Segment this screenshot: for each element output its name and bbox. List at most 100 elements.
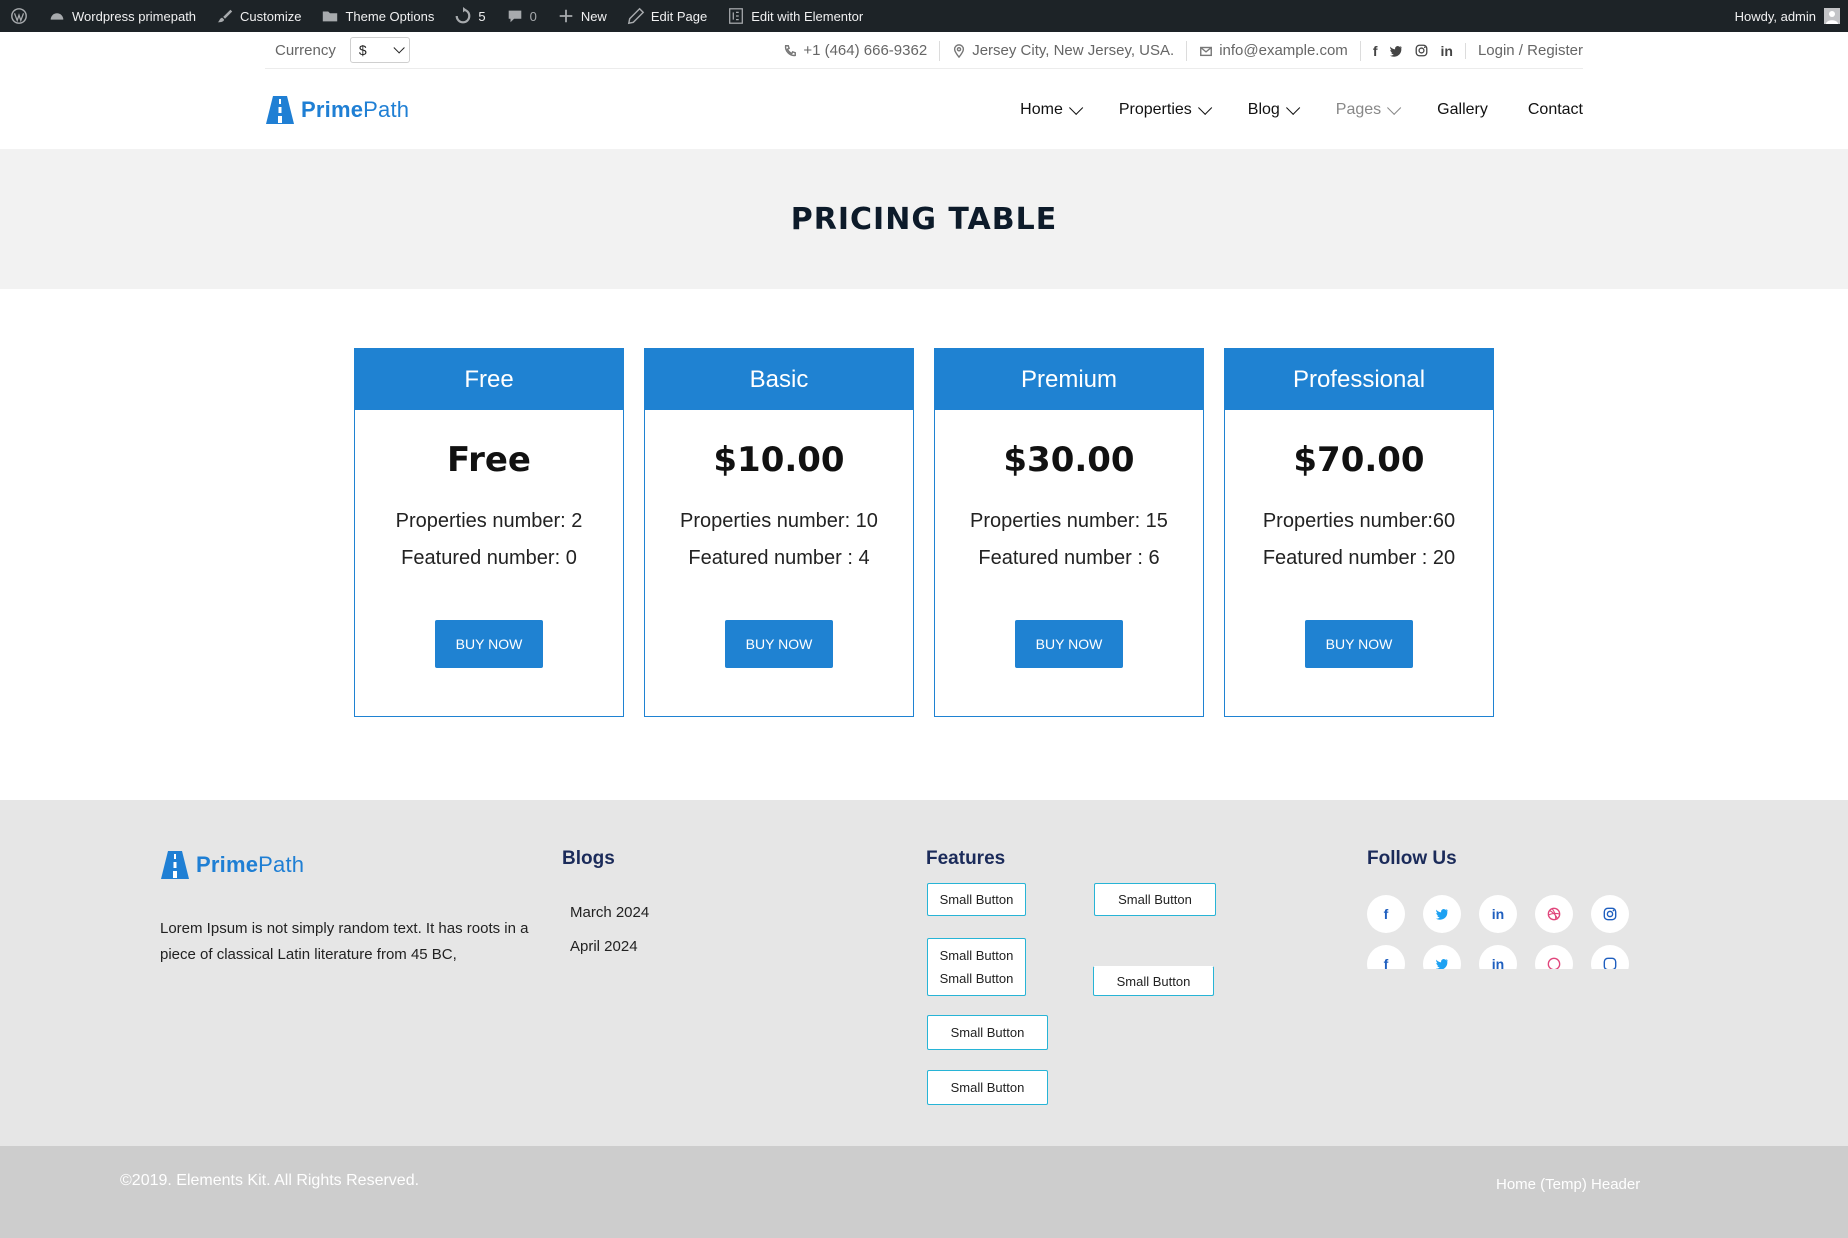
dribbble-icon[interactable] (1535, 895, 1573, 933)
nav-item-properties[interactable]: Properties (1118, 100, 1212, 119)
features-heading: Features (926, 848, 1006, 869)
logo-text-bold: Prime (301, 97, 364, 122)
plan-name: Professional (1225, 349, 1493, 410)
site-name-menu[interactable]: Wordpress primepath (38, 0, 206, 32)
instagram-icon[interactable] (1591, 945, 1629, 969)
blog-archive-link[interactable]: April 2024 (570, 938, 649, 955)
phone-text: +1 (464) 666-9362 (803, 42, 928, 59)
footer-about-text: Lorem Ipsum is not simply random text. I… (160, 920, 529, 963)
topbar-contact: +1 (464) 666-9362 Jersey City, New Jerse… (771, 32, 1583, 69)
currency-select[interactable]: $ (349, 37, 410, 63)
blog-archive-link[interactable]: March 2024 (570, 904, 649, 921)
plan-featured: Featured number : 6 (978, 547, 1160, 569)
refresh-icon (455, 7, 471, 24)
email-text: info@example.com (1219, 42, 1348, 59)
comments-menu[interactable]: 0 (496, 0, 547, 32)
follow-us-icons: f in (1367, 895, 1629, 933)
user-icon (1826, 11, 1838, 24)
twitter-icon[interactable] (1423, 945, 1461, 969)
edit-elementor-label: Edit with Elementor (751, 8, 864, 24)
footer-logo[interactable]: PrimePath (160, 850, 304, 880)
pricing-card-premium: Premium $30.00 Properties number: 15 Fea… (934, 348, 1204, 717)
nav-label: Gallery (1437, 101, 1488, 118)
currency-label: Currency (275, 41, 336, 59)
linkedin-icon[interactable]: in (1440, 43, 1452, 59)
logo-text-light: Path (258, 852, 305, 877)
chevron-down-icon (1068, 100, 1084, 115)
plus-icon (559, 9, 573, 23)
howdy-label: Howdy, admin (1734, 8, 1816, 24)
theme-options-menu[interactable]: Theme Options (311, 0, 444, 32)
wordpress-icon (11, 8, 27, 24)
chevron-down-icon (1387, 100, 1402, 115)
plan-properties: Properties number: 10 (680, 510, 878, 532)
plan-name: Premium (935, 349, 1203, 410)
button-label: Small Button (939, 892, 1014, 907)
plan-properties: Properties number: 2 (395, 510, 583, 532)
edit-elementor-menu[interactable]: Edit with Elementor (717, 0, 873, 32)
nav-label: Contact (1527, 101, 1583, 118)
dribbble-icon[interactable] (1535, 945, 1573, 969)
twitter-icon[interactable] (1423, 895, 1461, 933)
logo-text-bold: Prime (196, 852, 259, 877)
footer-menu-link[interactable]: Home (Temp) Header (1496, 1176, 1640, 1193)
currency-value: $ (358, 42, 367, 58)
instagram-icon[interactable] (1591, 895, 1629, 933)
wp-logo-menu[interactable] (0, 0, 38, 32)
plan-featured: Featured number : 4 (688, 547, 870, 569)
nav-item-gallery[interactable]: Gallery (1437, 101, 1488, 119)
small-button[interactable]: Small Button Small Button (927, 938, 1026, 996)
linkedin-icon[interactable]: in (1479, 945, 1517, 969)
edit-page-menu[interactable]: Edit Page (617, 0, 717, 32)
pricing-card-basic: Basic $10.00 Properties number: 10 Featu… (644, 348, 914, 717)
chevron-down-icon (1197, 100, 1212, 115)
pencil-icon (627, 7, 645, 25)
buy-now-button[interactable]: BUY NOW (725, 620, 833, 668)
button-label: Small Button (950, 1025, 1025, 1040)
nav-item-home[interactable]: Home (1020, 100, 1084, 119)
site-logo[interactable]: PrimePath (265, 95, 409, 125)
road-logo-icon (161, 851, 189, 879)
buy-now-button[interactable]: BUY NOW (435, 620, 543, 668)
nav-label: Properties (1118, 101, 1192, 118)
page-title: PRICING TABLE (790, 201, 1058, 237)
nav-item-blog[interactable]: Blog (1248, 100, 1300, 119)
buy-now-button[interactable]: BUY NOW (1305, 620, 1413, 668)
email-link[interactable]: info@example.com (1187, 40, 1361, 61)
button-label: Small Button (1116, 973, 1191, 989)
facebook-icon[interactable]: f (1367, 945, 1405, 969)
login-register-link[interactable]: Login / Register (1466, 41, 1583, 61)
location-link[interactable]: Jersey City, New Jersey, USA. (940, 40, 1188, 61)
button-label: Small Button (1118, 892, 1192, 907)
blogs-heading: Blogs (562, 848, 615, 869)
nav-label: Pages (1335, 101, 1382, 118)
updates-menu[interactable]: 5 (444, 0, 495, 32)
plan-featured: Featured number: 0 (401, 547, 577, 569)
small-button[interactable]: Small Button (1094, 883, 1216, 916)
small-button[interactable]: Small Button (927, 883, 1026, 916)
customize-menu[interactable]: Customize (206, 0, 311, 32)
brush-icon (217, 9, 233, 23)
nav-item-contact[interactable]: Contact (1528, 101, 1583, 119)
instagram-icon[interactable] (1415, 44, 1428, 57)
plan-name: Basic (645, 349, 913, 410)
nav-item-pages[interactable]: Pages (1335, 100, 1402, 119)
small-button[interactable]: Small Button (927, 1015, 1048, 1050)
facebook-icon[interactable]: f (1373, 43, 1378, 59)
logo-text: PrimePath (196, 852, 304, 878)
new-content-menu[interactable]: New (547, 0, 617, 32)
follow-us-heading: Follow Us (1367, 848, 1457, 869)
site-header: PrimePath Home Properties Blog Pages Gal… (265, 70, 1583, 150)
page-title-banner: PRICING TABLE (0, 149, 1848, 289)
pricing-table: Free Free Properties number: 2 Featured … (354, 348, 1494, 717)
buy-now-button[interactable]: BUY NOW (1015, 620, 1123, 668)
facebook-icon[interactable]: f (1367, 895, 1405, 933)
twitter-icon[interactable] (1389, 44, 1403, 58)
footer-bottom-bar: ©2019. Elements Kit. All Rights Reserved… (0, 1146, 1848, 1238)
phone-link[interactable]: +1 (464) 666-9362 (771, 40, 941, 61)
site-footer: PrimePath Lorem Ipsum is not simply rand… (0, 800, 1848, 1146)
small-button[interactable]: Small Button (927, 1070, 1048, 1105)
linkedin-icon[interactable]: in (1479, 895, 1517, 933)
small-button[interactable]: Small Button (1093, 966, 1214, 996)
my-account-menu[interactable]: Howdy, admin (1735, 0, 1840, 32)
